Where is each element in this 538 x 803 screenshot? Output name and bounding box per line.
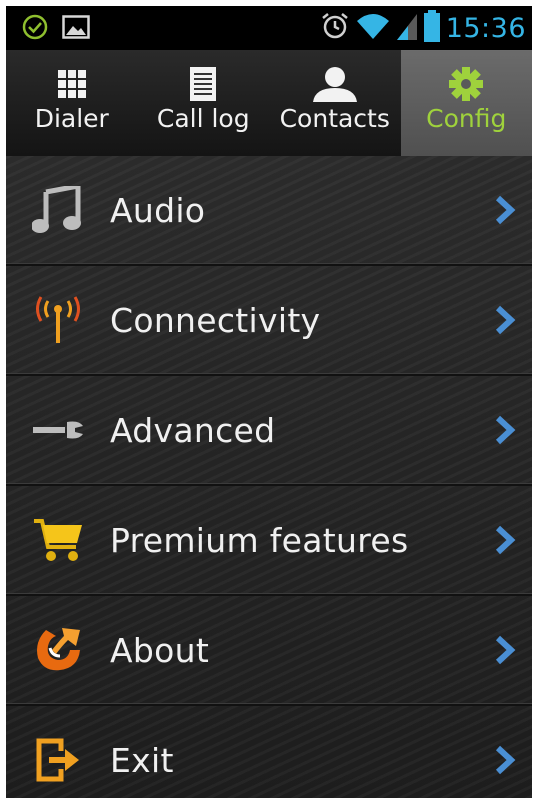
phone-screen: 15:36 Dialer Call log Contacts Config Au… [6, 6, 532, 798]
gear-icon [401, 64, 533, 104]
status-right: 15:36 [320, 10, 526, 46]
menu-item-audio[interactable]: Audio [6, 156, 532, 266]
dialpad-icon [6, 64, 138, 104]
chevron-right-icon [495, 415, 516, 445]
list-icon [138, 64, 270, 104]
chevron-right-icon [495, 305, 516, 335]
tab-bar: Dialer Call log Contacts Config [6, 50, 532, 158]
menu-item-premium-features[interactable]: Premium features [6, 486, 532, 596]
alarm-icon [320, 11, 350, 45]
tab-config[interactable]: Config [400, 50, 533, 156]
menu-item-label: Connectivity [110, 300, 321, 340]
menu-item-about[interactable]: About [6, 596, 532, 706]
wifi-icon [356, 11, 390, 45]
battery-icon [423, 10, 440, 46]
tab-label: Dialer [34, 104, 109, 133]
menu-item-label: About [110, 630, 210, 670]
status-bar: 15:36 [6, 6, 532, 50]
menu-item-label: Advanced [110, 410, 276, 450]
antenna-icon [30, 292, 86, 348]
tab-dialer[interactable]: Dialer [6, 50, 138, 156]
chevron-right-icon [495, 195, 516, 225]
music-note-icon [30, 182, 86, 238]
wrench-icon [30, 402, 86, 458]
exit-icon [30, 732, 86, 788]
check-circle-icon [22, 14, 48, 44]
person-icon [269, 64, 401, 104]
menu-item-advanced[interactable]: Advanced [6, 376, 532, 486]
tab-label: Contacts [279, 104, 390, 133]
status-left-icons [22, 14, 90, 44]
cart-icon [30, 512, 86, 568]
chevron-right-icon [495, 525, 516, 555]
tab-contacts[interactable]: Contacts [269, 50, 401, 156]
chevron-right-icon [495, 745, 516, 775]
tab-call-log[interactable]: Call log [138, 50, 270, 156]
menu-item-exit[interactable]: Exit [6, 706, 532, 798]
menu-item-label: Exit [110, 740, 174, 780]
menu-item-label: Premium features [110, 520, 409, 560]
signal-icon [396, 11, 418, 45]
config-menu: Audio Connectivity Advanced Premium feat… [6, 156, 532, 798]
app-logo-icon [30, 622, 86, 678]
menu-item-label: Audio [110, 190, 206, 230]
image-icon [62, 14, 90, 44]
chevron-right-icon [495, 635, 516, 665]
menu-item-connectivity[interactable]: Connectivity [6, 266, 532, 376]
tab-label: Config [426, 104, 507, 133]
status-time: 15:36 [445, 12, 526, 44]
tab-label: Call log [156, 104, 250, 133]
